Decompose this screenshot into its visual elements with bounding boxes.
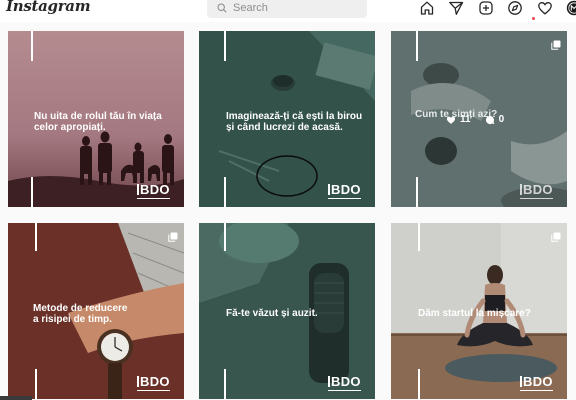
frame-accent [224, 31, 226, 61]
post-caption: Metode de reducere a risipei de timp. [33, 303, 128, 325]
bdo-logo: BDO [520, 374, 553, 391]
bdo-logo: BDO [137, 374, 170, 391]
heart-icon [446, 116, 456, 124]
post-caption: Dăm startul la mișcare? [418, 308, 531, 319]
posts-grid: Nu uita de rolul tău în viața celor aprop… [0, 0, 576, 400]
frame-accent [416, 31, 418, 61]
frame-accent [224, 177, 226, 207]
post-caption: Fă-te văzut și auzit. [226, 308, 318, 319]
post-caption: Nu uita de rolul tău în viața celor aprop… [34, 111, 162, 133]
likes-count: 11 [446, 114, 471, 125]
frame-accent [224, 369, 226, 399]
frame-accent [418, 223, 420, 251]
bdo-logo: BDO [328, 182, 361, 199]
post-tile[interactable]: Metode de reducere a risipei de timp. BDO [8, 223, 184, 399]
frame-accent [35, 369, 37, 399]
post-caption: Imaginează-ți că ești la birou și când lu… [226, 111, 363, 133]
post-tile[interactable]: Dăm startul la mișcare? BDO [391, 223, 567, 399]
bottom-bar-fragment [0, 396, 32, 400]
carousel-icon [168, 229, 178, 247]
frame-accent [35, 223, 37, 251]
post-tile[interactable]: Cum te simți azi? 11 0 BDO [391, 31, 567, 207]
bdo-logo: BDO [328, 374, 361, 391]
frame-accent [224, 223, 226, 251]
hover-stats: 11 0 [446, 114, 504, 125]
frame-accent [31, 31, 33, 61]
carousel-icon [551, 37, 561, 55]
bdo-logo: BDO [520, 182, 553, 199]
bdo-logo: BDO [137, 182, 170, 199]
frame-accent [418, 369, 420, 399]
post-tile[interactable]: Fă-te văzut și auzit. BDO [199, 223, 375, 399]
comment-icon [485, 115, 494, 124]
post-tile[interactable]: Nu uita de rolul tău în viața celor aprop… [8, 31, 184, 207]
comments-count: 0 [485, 114, 504, 125]
post-tile[interactable]: Imaginează-ți că ești la birou și când lu… [199, 31, 375, 207]
frame-accent [416, 177, 418, 207]
carousel-icon [551, 229, 561, 247]
frame-accent [31, 177, 33, 207]
